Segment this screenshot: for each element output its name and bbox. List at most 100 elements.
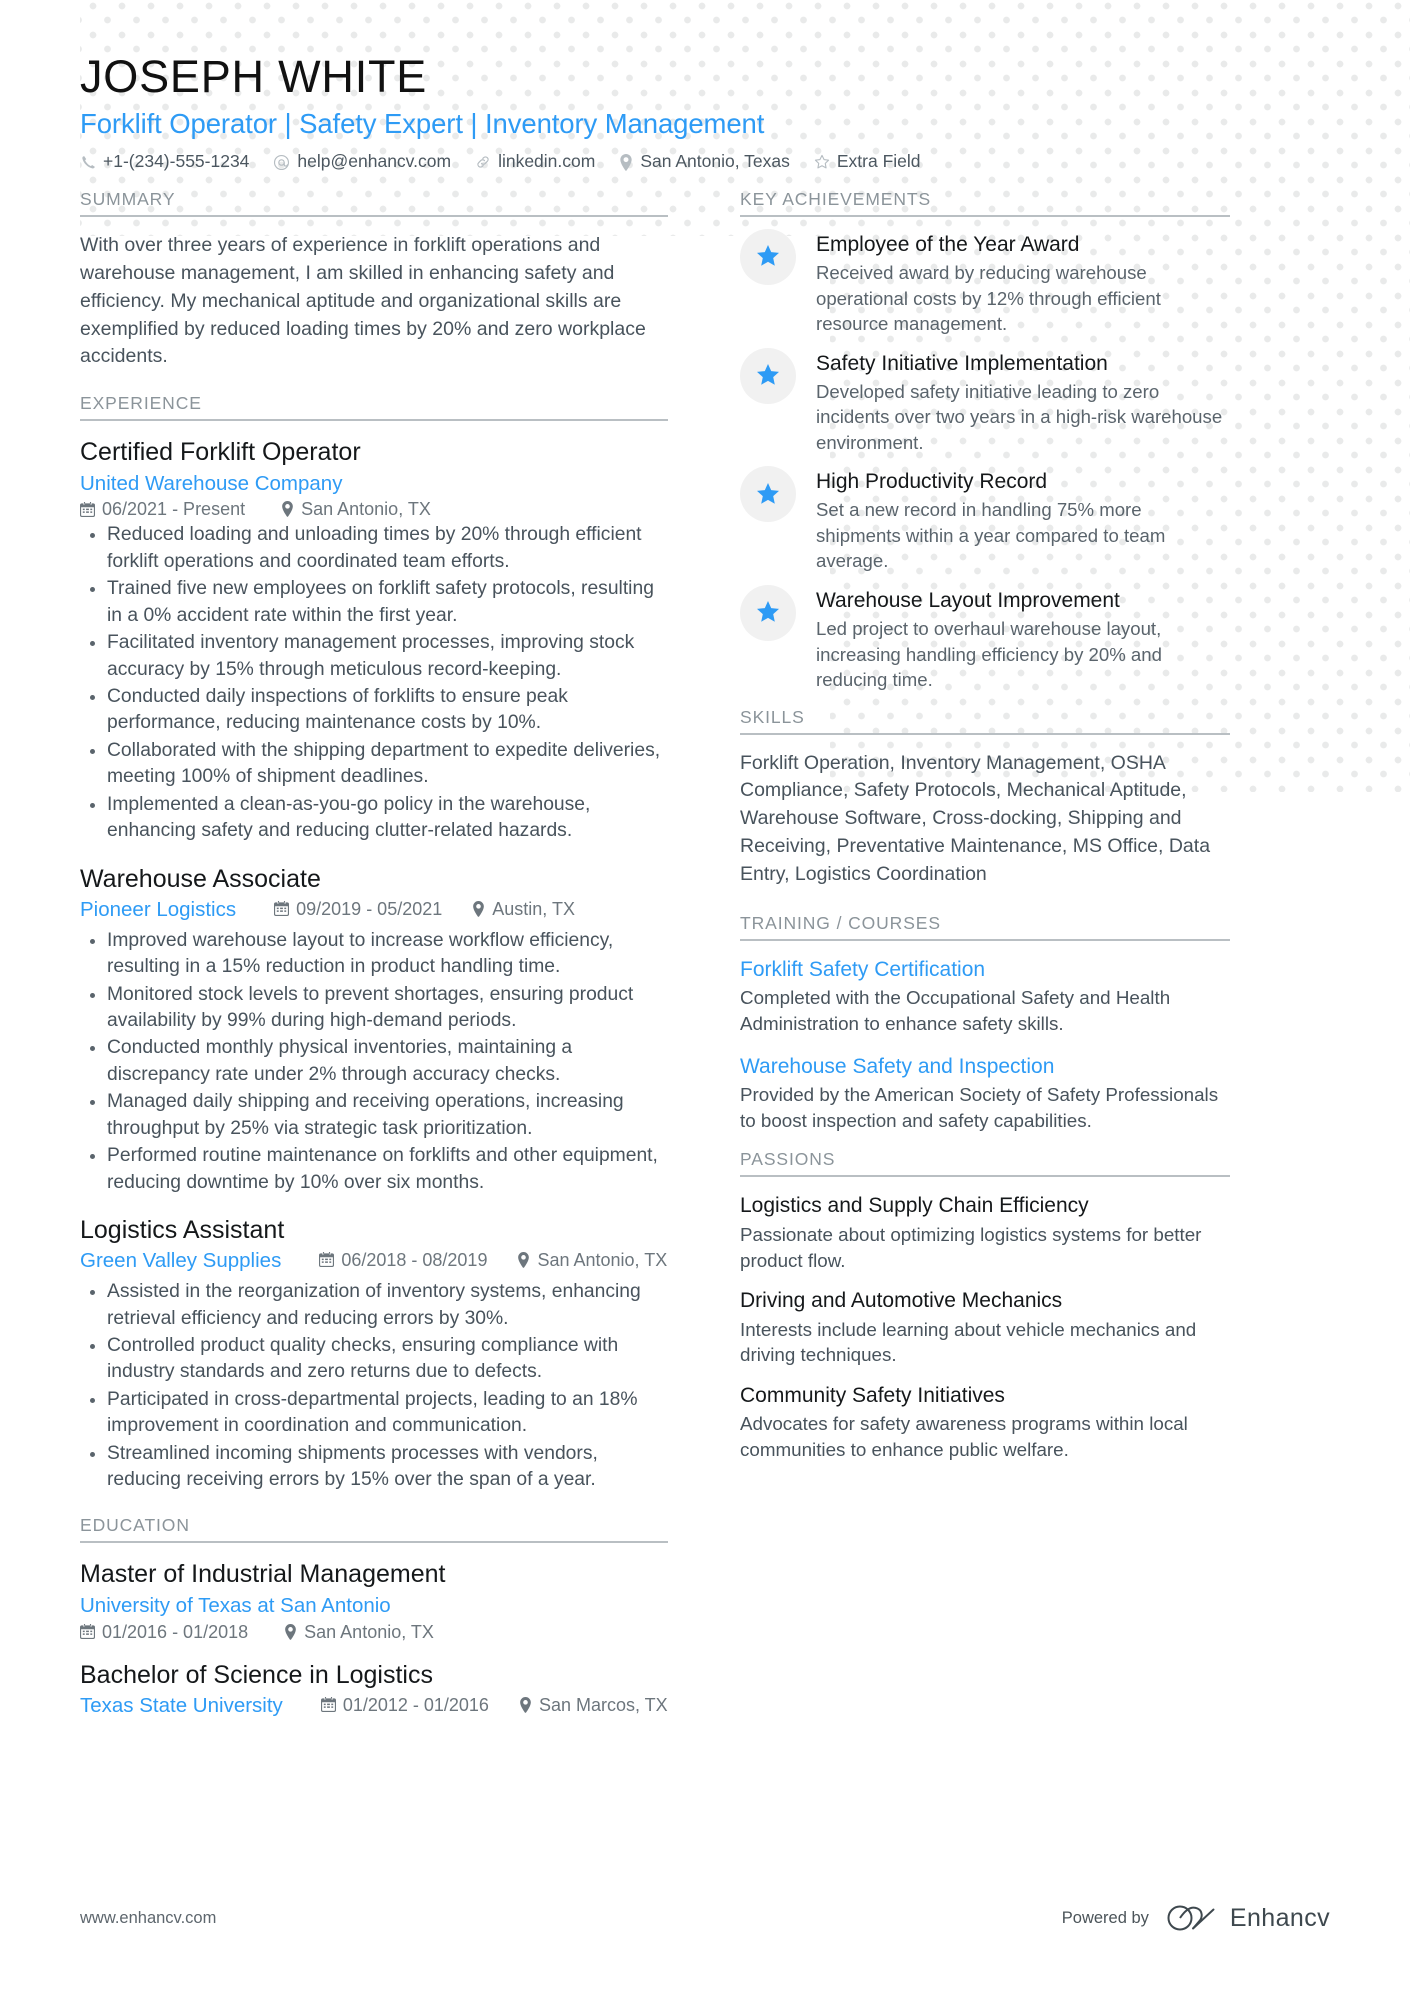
summary-text: With over three years of experience in f…	[80, 233, 646, 368]
education-heading: EDUCATION	[80, 1515, 668, 1544]
experience-date-text: 06/2018 - 08/2019	[341, 1249, 488, 1270]
list-item: Collaborated with the shipping departmen…	[80, 738, 668, 791]
left-column: SUMMARY With over three years of experie…	[80, 189, 668, 1728]
education-degree: Master of Industrial Management	[80, 1560, 446, 1589]
contact-email[interactable]: help@enhancv.com	[273, 153, 451, 171]
education-school[interactable]: Texas State University	[80, 1692, 283, 1721]
achievement-badge	[740, 228, 796, 285]
education-school[interactable]: University of Texas at San Antonio	[80, 1592, 668, 1621]
experience-location-text: San Antonio, TX	[537, 1249, 668, 1270]
experience-entry: Certified Forklift Operator United Wareh…	[80, 436, 668, 844]
location-pin-icon	[472, 900, 485, 917]
experience-subrow: Green Valley Supplies 06/2018 - 08/2019 …	[80, 1247, 668, 1276]
calendar-icon	[274, 901, 290, 917]
experience-entry: Warehouse Associate Pioneer Logistics 09…	[80, 863, 668, 1196]
experience-location: San Antonio, TX	[281, 500, 431, 518]
experience-date: 06/2018 - 08/2019	[319, 1251, 487, 1269]
education-location: San Marcos, TX	[519, 1696, 668, 1714]
experience-subrow: Pioneer Logistics 09/2019 - 05/2021 Aust…	[80, 896, 668, 925]
star-icon	[756, 601, 780, 624]
column-gutter	[668, 189, 740, 1728]
achievement-title: Safety Initiative Implementation	[816, 351, 1108, 375]
experience-heading: EXPERIENCE	[80, 393, 668, 422]
experience-date: 06/2021 - Present	[80, 500, 245, 518]
resume-page: JOSEPH WHITE Forklift Operator | Safety …	[0, 0, 1410, 1995]
list-item: Facilitated inventory management process…	[80, 630, 668, 683]
contact-row: +1-(234)-555-1234 help@enhancv.com linke…	[80, 153, 1330, 171]
footer-website-url[interactable]: www.enhancv.com	[80, 1909, 216, 1928]
enhancv-brand[interactable]: Enhancv	[1167, 1903, 1330, 1933]
list-item: Conducted monthly physical inventories, …	[80, 1035, 668, 1088]
star-icon	[756, 364, 780, 387]
contact-phone-text: +1-(234)-555-1234	[103, 151, 250, 172]
footer-brand-area: Powered by Enhancv	[1062, 1903, 1330, 1933]
passion-desc: Advocates for safety awareness programs …	[740, 1413, 1188, 1461]
experience-bullets: Reduced loading and unloading times by 2…	[80, 522, 668, 844]
experience-bullets: Assisted in the reorganization of invent…	[80, 1279, 668, 1493]
achievement-badge	[740, 466, 796, 523]
experience-job-title: Certified Forklift Operator	[80, 438, 361, 467]
education-date: 01/2012 - 01/2016	[320, 1694, 489, 1715]
experience-meta: 09/2019 - 05/2021 Austin, TX	[274, 900, 575, 918]
location-pin-icon	[519, 1696, 532, 1713]
key-achievements-heading: KEY ACHIEVEMENTS	[740, 189, 1230, 217]
skills-text: Forklift Operation, Inventory Management…	[740, 751, 1211, 886]
contact-linkedin[interactable]: linkedin.com	[475, 153, 595, 171]
contact-phone[interactable]: +1-(234)-555-1234	[80, 153, 249, 171]
list-item: Monitored stock levels to prevent shorta…	[80, 982, 668, 1035]
training-title[interactable]: Warehouse Safety and Inspection	[740, 1053, 1230, 1080]
experience-location: Austin, TX	[472, 900, 575, 918]
experience-company[interactable]: Green Valley Supplies	[80, 1247, 281, 1276]
achievement-badge	[740, 347, 796, 404]
experience-location: San Antonio, TX	[517, 1251, 667, 1269]
list-item: Reduced loading and unloading times by 2…	[80, 522, 668, 575]
education-location: San Antonio, TX	[284, 1623, 434, 1641]
education-date-text: 01/2012 - 01/2016	[342, 1694, 489, 1715]
achievement-title: Employee of the Year Award	[816, 232, 1080, 256]
section-key-achievements: KEY ACHIEVEMENTS Employee of the Year Aw…	[740, 189, 1230, 693]
list-item: Managed daily shipping and receiving ope…	[80, 1089, 668, 1142]
achievement-body: Warehouse Layout Improvement Led project…	[796, 588, 1230, 693]
education-meta: 01/2012 - 01/2016 San Marcos, TX	[320, 1694, 668, 1715]
section-passions: PASSIONS Logistics and Supply Chain Effi…	[740, 1149, 1230, 1462]
link-icon	[475, 154, 491, 170]
passion-title: Logistics and Supply Chain Efficiency	[740, 1194, 1089, 1218]
education-date-text: 01/2016 - 01/2018	[102, 1621, 249, 1642]
contact-extra-field[interactable]: Extra Field	[814, 153, 921, 171]
achievement-desc: Received award by reducing warehouse ope…	[816, 262, 1161, 335]
education-date: 01/2016 - 01/2018	[80, 1623, 248, 1641]
education-meta: 01/2016 - 01/2018 San Antonio, TX	[80, 1623, 668, 1641]
section-training: TRAINING / COURSES Forklift Safety Certi…	[740, 913, 1230, 1134]
contact-location-text: San Antonio, Texas	[640, 151, 790, 172]
passion-desc: Interests include learning about vehicle…	[740, 1318, 1197, 1366]
experience-job-title: Warehouse Associate	[80, 864, 321, 893]
list-item: Assisted in the reorganization of invent…	[80, 1279, 668, 1332]
list-item: Improved warehouse layout to increase wo…	[80, 928, 668, 981]
experience-company[interactable]: United Warehouse Company	[80, 470, 668, 499]
passion-item: Community Safety Initiatives Advocates f…	[740, 1382, 1230, 1463]
page-title: JOSEPH WHITE	[80, 51, 428, 102]
training-desc: Provided by the American Society of Safe…	[740, 1083, 1219, 1131]
experience-date-text: 06/2021 - Present	[102, 499, 246, 520]
calendar-icon	[320, 1697, 336, 1713]
training-title[interactable]: Forklift Safety Certification	[740, 956, 1230, 983]
star-icon	[756, 245, 780, 268]
experience-date-text: 09/2019 - 05/2021	[296, 898, 443, 919]
enhancv-wordmark: Enhancv	[1229, 1903, 1330, 1932]
phone-icon	[80, 154, 96, 170]
achievement-desc: Set a new record in handling 75% more sh…	[816, 499, 1166, 572]
email-icon	[273, 154, 290, 171]
section-skills: SKILLS Forklift Operation, Inventory Man…	[740, 707, 1230, 889]
passion-desc: Passionate about optimizing logistics sy…	[740, 1223, 1202, 1271]
key-achievement-item: Safety Initiative Implementation Develop…	[740, 347, 1230, 456]
experience-meta: 06/2018 - 08/2019 San Antonio, TX	[319, 1251, 667, 1269]
experience-job-title: Logistics Assistant	[80, 1215, 285, 1244]
education-degree: Bachelor of Science in Logistics	[80, 1660, 433, 1689]
list-item: Performed routine maintenance on forklif…	[80, 1143, 668, 1196]
contact-email-text: help@enhancv.com	[297, 151, 452, 172]
key-achievement-item: High Productivity Record Set a new recor…	[740, 466, 1230, 574]
education-location-text: San Antonio, TX	[304, 1621, 434, 1642]
experience-location-text: Austin, TX	[492, 898, 575, 919]
resume-header: JOSEPH WHITE Forklift Operator | Safety …	[80, 0, 1330, 171]
experience-company[interactable]: Pioneer Logistics	[80, 896, 236, 925]
